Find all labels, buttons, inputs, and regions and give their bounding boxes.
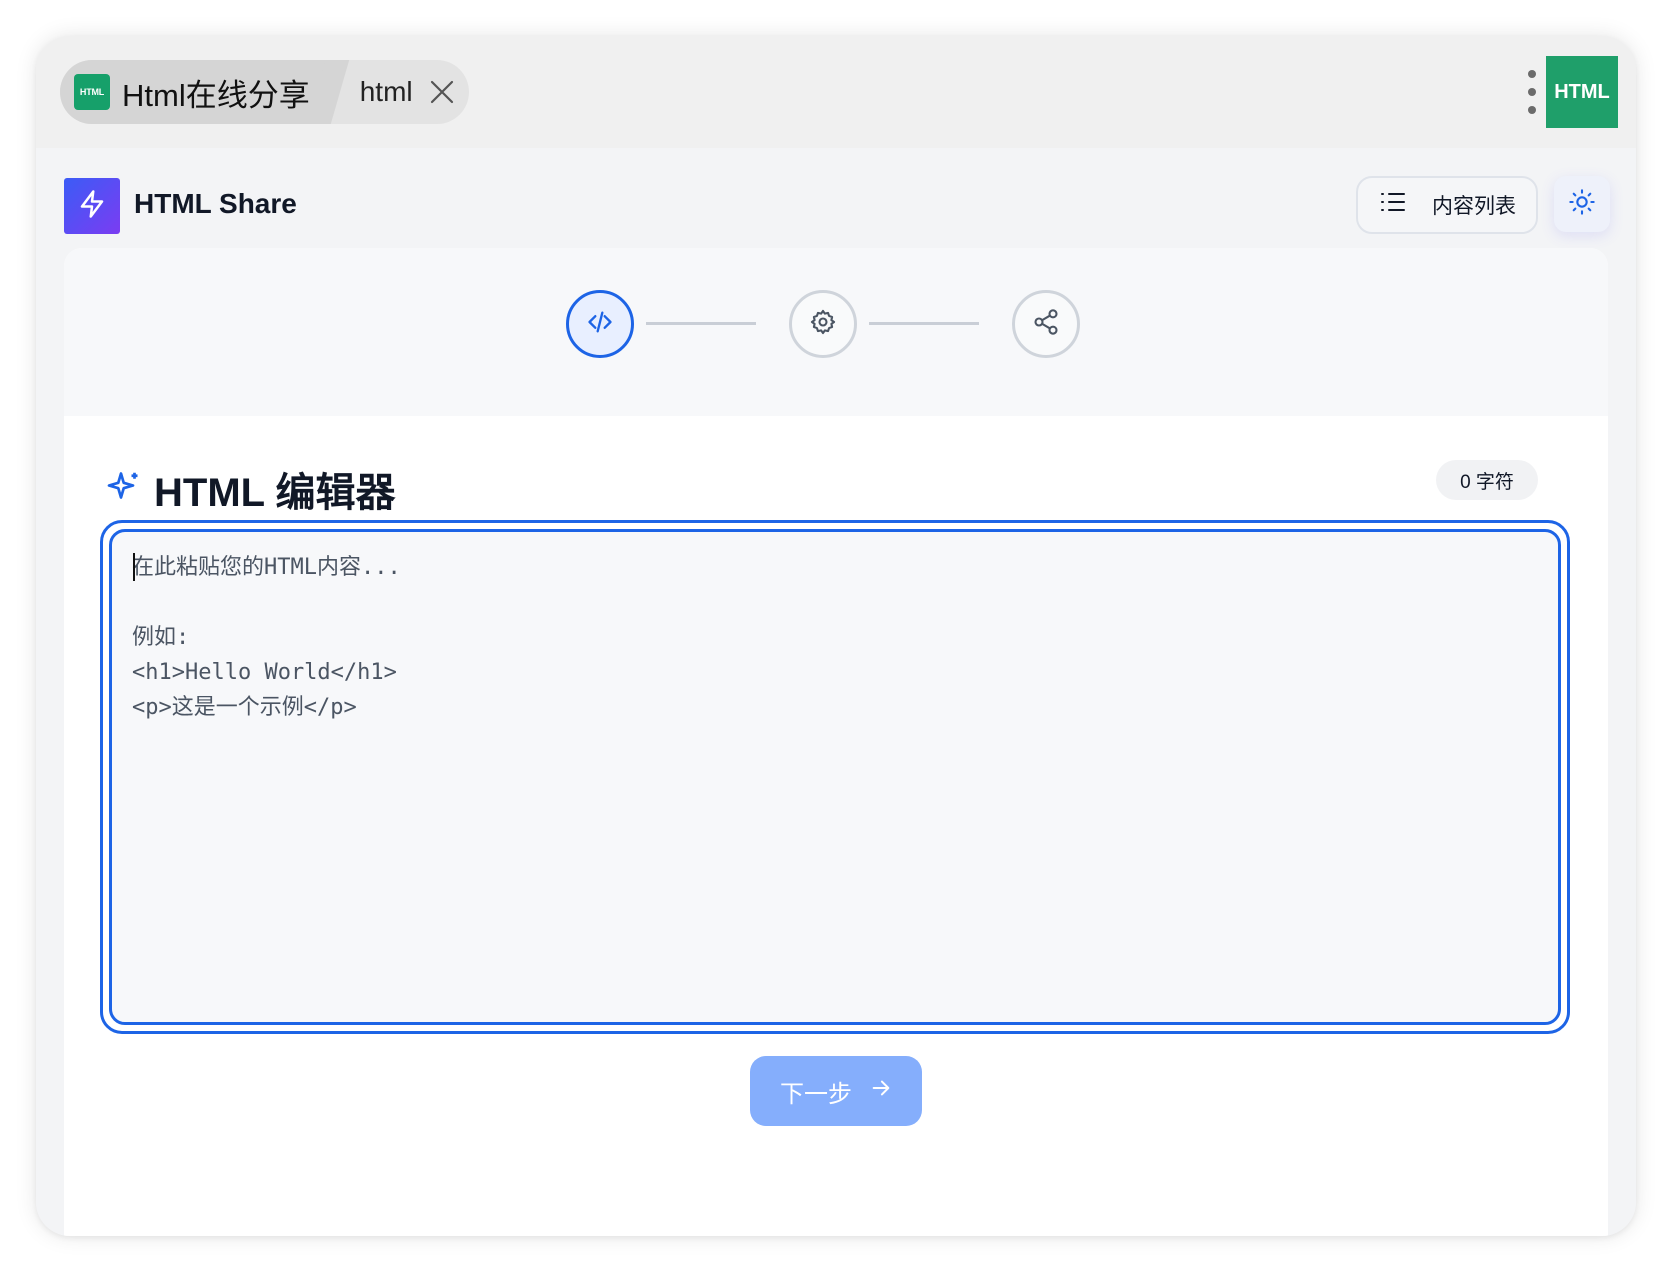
stepper	[64, 248, 1608, 416]
editor-focus-ring	[100, 520, 1570, 1034]
share-icon	[1032, 308, 1060, 341]
close-icon[interactable]	[427, 77, 457, 107]
code-icon	[586, 308, 614, 341]
html-editor-textarea[interactable]	[112, 532, 1558, 1022]
arrow-right-icon	[870, 1077, 892, 1106]
editor-frame	[109, 529, 1561, 1025]
main-card: HTML 编辑器 0 字符 下一步	[64, 248, 1608, 1236]
step-connector	[646, 322, 756, 325]
app-logo	[64, 178, 120, 234]
lightning-icon	[77, 189, 107, 224]
text-caret	[133, 553, 135, 581]
theme-toggle-button[interactable]	[1554, 176, 1610, 232]
next-step-label: 下一步	[780, 1080, 852, 1108]
editor-heading: HTML 编辑器	[106, 460, 395, 518]
sun-icon	[1568, 188, 1596, 221]
step-share[interactable]	[1012, 290, 1080, 358]
tab-secondary[interactable]: html	[328, 76, 457, 108]
tab-bar: HTML Html在线分享 html HTML	[36, 36, 1636, 148]
tab-active[interactable]: HTML Html在线分享	[60, 60, 328, 124]
tab-secondary-title: html	[359, 76, 413, 107]
list-icon	[1380, 191, 1406, 219]
char-count-badge: 0 字符	[1436, 460, 1538, 500]
content-list-label: 内容列表	[1432, 195, 1516, 218]
html-favicon-icon: HTML	[74, 74, 110, 110]
tab-group[interactable]: HTML Html在线分享 html	[60, 60, 469, 124]
tab-title: Html在线分享	[122, 77, 310, 113]
sparkle-icon	[106, 469, 142, 510]
gear-icon	[809, 308, 837, 341]
next-step-button[interactable]: 下一步	[750, 1056, 922, 1126]
content-list-button[interactable]: 内容列表	[1356, 176, 1538, 234]
more-vertical-icon[interactable]	[1526, 70, 1538, 114]
browser-window: HTML Html在线分享 html HTML HTML Share 内容列表 …	[36, 36, 1636, 1236]
app-container: HTML Share 内容列表 HTML 编辑器 0 字符 在此粘贴您的HTML…	[36, 148, 1636, 1236]
app-title: HTML Share	[134, 188, 297, 219]
step-edit[interactable]	[566, 290, 634, 358]
html-extension-badge[interactable]: HTML	[1546, 56, 1618, 128]
step-settings[interactable]	[789, 290, 857, 358]
step-connector	[869, 322, 979, 325]
editor-title: HTML 编辑器	[154, 471, 396, 515]
